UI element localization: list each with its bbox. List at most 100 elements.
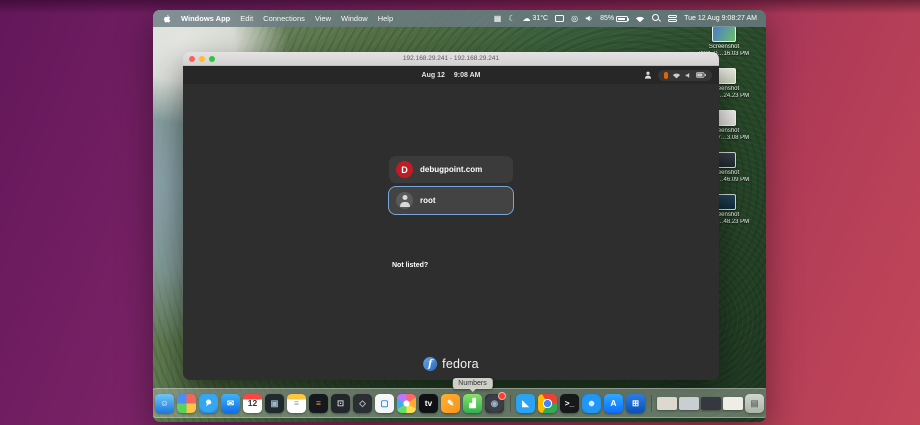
dock-item-blue-circle-app[interactable] — [582, 393, 602, 413]
wifi-icon — [672, 73, 681, 78]
dock-separator-1[interactable] — [507, 393, 514, 413]
dock-item-numbers[interactable]: ▟ — [463, 393, 483, 413]
dock-tooltip: Numbers — [452, 378, 493, 389]
menu-window[interactable]: Window — [341, 14, 368, 23]
battery-percent-label: 85% — [600, 15, 615, 22]
dock-item-pages[interactable]: ✎ — [441, 393, 461, 413]
clock-label[interactable]: Tue 12 Aug 9:08:27 AM — [684, 15, 757, 22]
dock-item-tile: ▟ — [463, 393, 482, 413]
dock-item-frame-app[interactable]: ▢ — [375, 393, 395, 413]
user-name-label: root — [420, 196, 436, 205]
dock-item-tile — [722, 396, 743, 410]
close-button[interactable] — [189, 55, 195, 62]
dock-item-tile — [509, 394, 511, 412]
dock-item-windows-app[interactable]: ⊞ — [626, 393, 646, 413]
dock-item-safari[interactable]: ↗ — [199, 393, 219, 413]
battery-widget[interactable]: 85% — [600, 15, 629, 22]
dock-item-stocks[interactable]: ≡ — [309, 393, 329, 413]
user-name-label: debugpoint.com — [420, 165, 483, 174]
dock-item-tile — [582, 393, 601, 413]
dock-item-tile — [397, 393, 416, 413]
dock-item-chrome[interactable] — [538, 393, 558, 413]
active-app-name[interactable]: Windows App — [181, 14, 230, 23]
dock-item-tile: ✉ — [221, 393, 240, 413]
dock-item-tile: ◉ — [485, 391, 506, 413]
dock-item-tile — [678, 396, 699, 410]
dock-item-notes[interactable]: ≡ — [287, 393, 307, 413]
menu-connections[interactable]: Connections — [263, 14, 305, 23]
search-icon[interactable] — [652, 14, 661, 23]
accessibility-icon[interactable] — [644, 71, 652, 79]
dock-item-trash[interactable]: ▤ — [745, 393, 765, 413]
dock-item-tile — [177, 393, 196, 413]
dock-item-tile: ☺ — [155, 393, 174, 413]
record-icon[interactable]: ◎ — [571, 14, 578, 23]
remote-desktop-window: 192.168.29.241 - 192.168.29.241 Aug 12 9… — [183, 52, 719, 380]
dock-item-tile — [656, 396, 677, 410]
dock-item-tile: ▢ — [375, 393, 394, 413]
apple-menu-icon[interactable] — [162, 14, 171, 24]
dock-item-mail[interactable]: ✉ — [221, 393, 241, 413]
weather-widget[interactable]: ☁ 31°C — [522, 13, 548, 23]
menu-bar-menus: Edit Connections View Window Help — [240, 14, 393, 23]
gdm-time-label[interactable]: 9:08 AM — [454, 72, 481, 79]
dock-item-tile: ↗ — [199, 393, 218, 413]
dock-item-app-store[interactable]: A — [604, 393, 624, 413]
not-listed-link[interactable]: Not listed? — [392, 262, 428, 269]
dock-wrap: Numbers ☺ ↗ ✉ 12 ▣ ≡ ≡ ⊡ ◇ ▢ tv ✎ ▟ ◉ ◣ … — [153, 378, 766, 418]
user-debugpoint[interactable]: D debugpoint.com — [389, 156, 513, 183]
input-indicator-icon — [664, 71, 668, 79]
window-title-bar[interactable]: 192.168.29.241 - 192.168.29.241 — [183, 52, 719, 66]
menu-help[interactable]: Help — [378, 14, 393, 23]
user-root[interactable]: root — [388, 186, 514, 215]
dock-item-apple-tv[interactable]: tv — [419, 393, 439, 413]
volume-icon[interactable] — [585, 15, 593, 22]
dock-item-tile: ✎ — [441, 393, 460, 413]
zoom-button[interactable] — [209, 55, 215, 62]
dock-minimized-window-2[interactable] — [678, 393, 699, 413]
menu-bar-left: Windows App Edit Connections View Window Hel… — [162, 14, 393, 24]
menu-bar-status: ▦ ☾ ☁ 31°C ◎ 85% Tue 12 Aug 9:08:27 AM — [494, 14, 757, 23]
dock-item-photos[interactable] — [397, 393, 417, 413]
dock-item-tile: A — [604, 393, 623, 413]
dock-item-screenshot-app[interactable]: ⊡ — [331, 393, 351, 413]
dock-item-tile: ◣ — [516, 393, 535, 413]
wifi-icon[interactable] — [635, 15, 645, 23]
dock-minimized-window-4[interactable] — [722, 393, 743, 413]
menu-view[interactable]: View — [315, 14, 331, 23]
dock-item-finder[interactable]: ☺ — [155, 393, 175, 413]
dock-item-tile: 12 — [243, 393, 262, 413]
moon-icon[interactable]: ☾ — [508, 14, 515, 23]
dock-item-tile: >_ — [560, 393, 579, 413]
dock-item-terminal[interactable]: >_ — [560, 393, 580, 413]
dock-item-vscode[interactable]: ◣ — [516, 393, 536, 413]
cloud-icon: ☁ — [522, 13, 531, 23]
control-center-icon[interactable] — [668, 14, 678, 23]
dock: Numbers ☺ ↗ ✉ 12 ▣ ≡ ≡ ⊡ ◇ ▢ tv ✎ ▟ ◉ ◣ … — [153, 378, 766, 418]
dock-minimized-window-3[interactable] — [700, 393, 721, 413]
dock-item-launchpad[interactable] — [177, 393, 197, 413]
dock-item-badged-app[interactable]: ◉ — [485, 391, 506, 413]
dock-item-photo-booth[interactable]: ▣ — [265, 393, 285, 413]
dock-item-utility-app[interactable]: ◇ — [353, 393, 373, 413]
dock-minimized-window-1[interactable] — [656, 393, 677, 413]
minimize-button[interactable] — [199, 55, 205, 62]
dock-item-tile — [650, 394, 652, 412]
display-icon[interactable] — [555, 15, 565, 22]
background-gradient: Windows App Edit Connections View Window Hel… — [0, 0, 920, 425]
dock-item-calendar[interactable]: 12 — [243, 393, 263, 413]
menu-edit[interactable]: Edit — [240, 14, 253, 23]
gdm-top-bar: Aug 12 9:08 AM — [183, 66, 719, 84]
battery-icon — [616, 15, 629, 22]
grid-icon[interactable]: ▦ — [494, 14, 502, 23]
gdm-date-label[interactable]: Aug 12 — [422, 72, 445, 79]
battery-icon — [696, 72, 706, 78]
dock-item-tile: ◇ — [353, 393, 372, 413]
dock-item-tile: ≡ — [287, 393, 306, 413]
fedora-brand: f fedora — [423, 357, 479, 371]
fedora-logo-icon: f — [423, 357, 438, 371]
gdm-system-pill[interactable] — [658, 69, 712, 81]
window-title: 192.168.29.241 - 192.168.29.241 — [402, 55, 500, 62]
volume-icon — [685, 72, 690, 78]
dock-separator-2[interactable] — [648, 393, 655, 413]
